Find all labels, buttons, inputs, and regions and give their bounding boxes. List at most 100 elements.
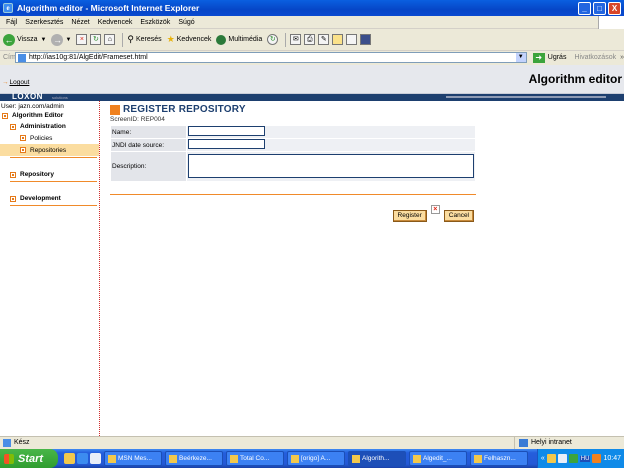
desktop-icon[interactable] bbox=[90, 453, 101, 464]
minimize-button[interactable]: _ bbox=[578, 1, 591, 15]
logout-link[interactable]: Logout bbox=[2, 79, 30, 86]
quicklaunch-app-icon[interactable] bbox=[64, 453, 75, 464]
decorative-stripe bbox=[446, 96, 606, 98]
refresh-icon[interactable]: ↻ bbox=[90, 34, 102, 45]
taskbar-button[interactable]: [origo] A... bbox=[287, 451, 345, 466]
taskbar-button[interactable]: Beérkeze... bbox=[165, 451, 223, 466]
tree-root-label: Algorithm Editor bbox=[12, 112, 64, 119]
tree-section-label: Development bbox=[20, 195, 61, 202]
screen-id: ScreenID: REP004 bbox=[110, 116, 165, 123]
address-label: Cím bbox=[3, 54, 16, 61]
title-marker-icon bbox=[110, 104, 120, 115]
menu-edit[interactable]: Szerkesztés bbox=[25, 19, 63, 26]
home-icon[interactable]: ⌂ bbox=[104, 34, 116, 45]
favorites-button[interactable]: ★ Kedvencek bbox=[167, 34, 212, 45]
chevron-down-icon[interactable]: ▼ bbox=[515, 53, 526, 62]
item-box-icon bbox=[20, 147, 26, 153]
tree-divider bbox=[10, 205, 97, 206]
form-title: REGISTER REPOSITORY bbox=[110, 104, 476, 115]
taskbar-button-active[interactable]: Algorith... bbox=[348, 451, 406, 466]
discuss-icon[interactable] bbox=[346, 34, 358, 45]
jndi-input[interactable] bbox=[188, 139, 265, 149]
quick-launch bbox=[64, 453, 101, 464]
print-icon[interactable]: ⎙ bbox=[304, 34, 316, 45]
mail-icon[interactable]: ✉ bbox=[290, 34, 302, 45]
tree-section-label: Repository bbox=[20, 171, 54, 178]
taskbar-button[interactable]: MSN Mes... bbox=[104, 451, 162, 466]
browser-icon bbox=[291, 454, 299, 463]
tree-section-repository[interactable]: Repository bbox=[0, 169, 99, 180]
menu-favorites[interactable]: Kedvencek bbox=[98, 19, 133, 26]
language-indicator[interactable]: HU bbox=[579, 455, 591, 462]
media-icon bbox=[216, 34, 227, 45]
stop-icon[interactable]: × bbox=[76, 34, 88, 45]
description-textarea[interactable] bbox=[188, 154, 474, 178]
ie-icon[interactable] bbox=[77, 453, 88, 464]
item-box-icon bbox=[20, 135, 26, 141]
register-form: Name: JNDI date source: Description: bbox=[110, 125, 476, 182]
tray-icon[interactable] bbox=[592, 454, 602, 463]
chevron-right-icon[interactable]: » bbox=[620, 54, 624, 61]
close-button[interactable]: X bbox=[608, 1, 621, 15]
status-bar: Kész Helyi intranet bbox=[0, 436, 624, 449]
tree-section-label: Administration bbox=[20, 123, 66, 130]
chevron-down-icon[interactable]: ▼ bbox=[65, 37, 71, 43]
form-title-text: REGISTER REPOSITORY bbox=[123, 104, 246, 115]
tree-section-administration[interactable]: Administration bbox=[0, 121, 99, 132]
chevron-left-icon[interactable]: « bbox=[541, 455, 545, 462]
media-label: Multimédia bbox=[228, 36, 263, 43]
taskbar-button[interactable]: Algedit_... bbox=[409, 451, 467, 466]
menu-view[interactable]: Nézet bbox=[71, 19, 89, 26]
tray-icon[interactable] bbox=[546, 454, 556, 463]
tray-icon[interactable] bbox=[568, 454, 578, 463]
page-done-icon bbox=[3, 438, 11, 447]
tree-item-repositories[interactable]: Repositories bbox=[0, 144, 99, 156]
search-label: Keresés bbox=[136, 36, 162, 43]
search-button[interactable]: ⚲ Keresés bbox=[127, 34, 161, 45]
taskbar: Start MSN Mes... Beérkeze... Total Co...… bbox=[0, 449, 624, 468]
toolbar: ← Vissza ▼ → ▼ × ↻ ⌂ ⚲ Keresés ★ Kedvenc… bbox=[0, 29, 624, 51]
edit-icon[interactable]: ✎ bbox=[318, 34, 330, 45]
content-frame: REGISTER REPOSITORY ScreenID: REP004 Nam… bbox=[110, 101, 476, 222]
start-label: Start bbox=[18, 452, 44, 465]
windows-logo-icon bbox=[598, 16, 624, 29]
name-input[interactable] bbox=[188, 126, 265, 136]
chevron-down-icon[interactable]: ▼ bbox=[41, 37, 47, 43]
history-icon[interactable]: ↻ bbox=[267, 34, 279, 45]
app-icon bbox=[230, 454, 238, 463]
url-input[interactable]: http://ias10g:81/AlgEdit/Frameset.html ▼ bbox=[15, 52, 527, 63]
taskbar-button[interactable]: Total Co... bbox=[226, 451, 284, 466]
document-icon bbox=[474, 454, 482, 463]
user-label: User: jazn.com/admin bbox=[1, 103, 64, 110]
folder-icon[interactable] bbox=[332, 34, 344, 45]
loxon-logo: LOXON bbox=[12, 92, 43, 101]
taskbar-button[interactable]: Felhaszn... bbox=[470, 451, 528, 466]
menu-help[interactable]: Súgó bbox=[178, 19, 194, 26]
broken-image-icon: × bbox=[430, 205, 440, 214]
forward-button[interactable]: → ▼ bbox=[51, 33, 71, 46]
toolbar-separator bbox=[122, 32, 124, 47]
page-icon bbox=[18, 53, 26, 62]
cancel-button[interactable]: Cancel bbox=[443, 210, 474, 222]
maximize-button[interactable]: □ bbox=[593, 1, 606, 15]
navigation-frame: User: jazn.com/admin Algorithm Editor Ad… bbox=[0, 101, 100, 436]
tree-section-development[interactable]: Development bbox=[0, 193, 99, 204]
status-text: Kész bbox=[14, 439, 30, 446]
messenger-icon[interactable] bbox=[360, 34, 372, 45]
back-button[interactable]: ← Vissza ▼ bbox=[3, 33, 47, 46]
tree-item-policies[interactable]: Policies bbox=[0, 132, 99, 144]
system-tray: « HU 10:47 bbox=[536, 449, 624, 468]
favorites-label: Kedvencek bbox=[176, 36, 212, 43]
menu-file[interactable]: Fájl bbox=[6, 19, 17, 26]
tree-root[interactable]: Algorithm Editor bbox=[2, 112, 99, 119]
links-button[interactable]: Hivatkozások bbox=[574, 54, 616, 61]
title-bar: e Algorithm editor - Microsoft Internet … bbox=[0, 0, 624, 16]
media-button[interactable]: Multimédia bbox=[216, 34, 263, 45]
collapse-box-icon bbox=[2, 112, 8, 119]
menu-tools[interactable]: Eszközök bbox=[140, 19, 170, 26]
ie-icon bbox=[352, 454, 360, 463]
go-button[interactable]: ➜ Ugrás bbox=[532, 52, 566, 63]
tray-icon[interactable] bbox=[557, 454, 567, 463]
register-button[interactable]: Register bbox=[392, 210, 427, 222]
start-button[interactable]: Start bbox=[0, 449, 58, 468]
